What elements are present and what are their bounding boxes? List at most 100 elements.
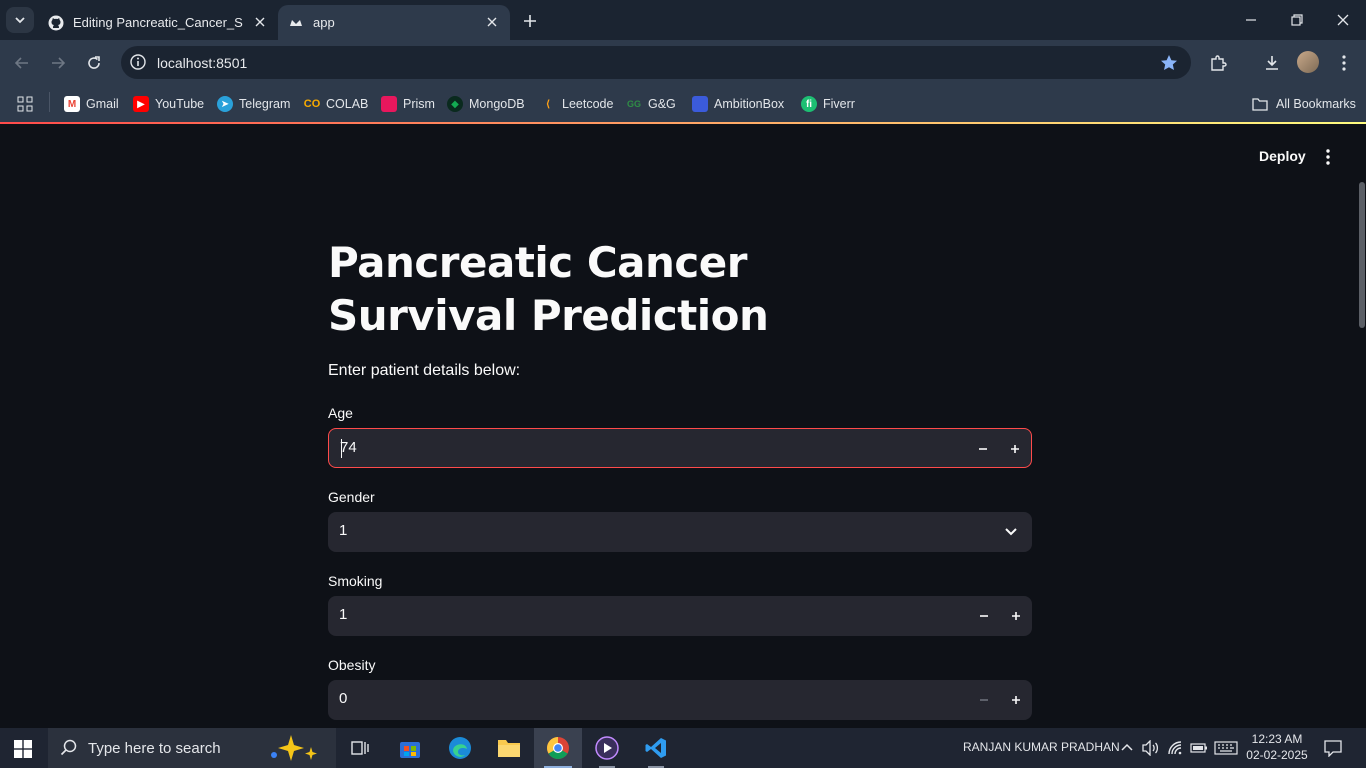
restore-button[interactable] — [1274, 0, 1320, 40]
star-icon[interactable] — [1159, 53, 1179, 73]
plus-icon — [524, 15, 536, 27]
fiverr-icon: fi — [801, 96, 817, 112]
file-explorer-app[interactable] — [485, 728, 533, 768]
task-view-button[interactable] — [336, 728, 384, 768]
page-title: Pancreatic Cancer Survival Prediction — [328, 238, 769, 340]
ambitionbox-icon — [692, 96, 708, 112]
microsoft-store-app[interactable] — [386, 728, 434, 768]
bookmark-label: Leetcode — [562, 97, 614, 111]
downloads-button[interactable] — [1259, 50, 1285, 76]
site-info-icon[interactable] — [129, 53, 147, 71]
smoking-input[interactable]: 1 — [328, 596, 1032, 636]
more-vertical-icon — [1342, 55, 1346, 71]
vscode-app[interactable] — [632, 728, 680, 768]
bookmark-label: AmbitionBox — [714, 97, 785, 111]
back-button[interactable] — [9, 50, 35, 76]
plus-icon — [1012, 696, 1020, 704]
github-icon — [48, 15, 64, 30]
close-icon[interactable] — [252, 14, 268, 30]
notifications-icon[interactable] — [1324, 739, 1342, 757]
task-view-icon — [351, 741, 369, 755]
browser-tab-app[interactable]: app — [278, 5, 510, 40]
obesity-decrement-button[interactable] — [972, 688, 996, 712]
media-player-app[interactable] — [583, 728, 631, 768]
smoking-decrement-button[interactable] — [972, 604, 996, 628]
bookmark-prism[interactable]: Prism — [381, 94, 435, 114]
close-window-button[interactable] — [1320, 0, 1366, 40]
new-tab-button[interactable] — [518, 9, 542, 33]
chrome-icon — [547, 737, 569, 759]
bookmark-label: All Bookmarks — [1276, 97, 1356, 111]
reload-button[interactable] — [81, 50, 107, 76]
forward-button[interactable] — [45, 50, 71, 76]
bookmark-mongodb[interactable]: ◆ MongoDB — [447, 94, 525, 114]
chevron-up-icon[interactable] — [1121, 742, 1133, 754]
battery-icon[interactable] — [1190, 742, 1208, 754]
youtube-icon: ▶ — [133, 96, 149, 112]
main-menu-button[interactable] — [1318, 146, 1338, 168]
reload-icon — [88, 56, 100, 69]
minimize-button[interactable] — [1228, 0, 1274, 40]
bookmark-colab[interactable]: CO COLAB — [304, 94, 369, 114]
bookmark-gfg[interactable]: GG G&G — [626, 94, 676, 114]
bookmark-ambitionbox[interactable]: AmbitionBox — [692, 94, 784, 114]
gender-select[interactable]: 1 — [328, 512, 1032, 552]
instructions-text: Enter patient details below: — [328, 362, 521, 379]
minus-icon — [979, 448, 987, 450]
obesity-value: 0 — [339, 690, 348, 707]
all-bookmarks-button[interactable]: All Bookmarks — [1252, 94, 1356, 114]
deploy-button[interactable]: Deploy — [1248, 146, 1317, 168]
clock-time: 12:23 AM — [1251, 732, 1303, 746]
windows-start-icon[interactable] — [14, 740, 32, 758]
obesity-increment-button[interactable] — [1004, 688, 1028, 712]
edge-app[interactable] — [436, 728, 484, 768]
url-text: localhost:8501 — [157, 55, 248, 71]
tab-title: app — [313, 15, 335, 30]
age-increment-button[interactable] — [1003, 437, 1027, 461]
wifi-icon[interactable] — [1167, 740, 1183, 756]
age-label: Age — [328, 405, 353, 421]
chrome-app[interactable] — [534, 728, 582, 768]
arrow-right-icon — [52, 57, 66, 69]
taskbar-search[interactable]: Type here to search — [48, 728, 336, 768]
age-decrement-button[interactable] — [971, 437, 995, 461]
vscode-icon — [645, 738, 666, 758]
minus-icon — [980, 699, 988, 701]
speaker-icon[interactable] — [1142, 740, 1160, 756]
page-scrollbar[interactable] — [1359, 182, 1365, 328]
search-placeholder: Type here to search — [88, 740, 221, 757]
gmail-icon: M — [64, 96, 80, 112]
browser-tab-strip: Editing Pancreatic_Cancer_Survi app — [0, 0, 1366, 40]
obesity-label: Obesity — [328, 657, 376, 673]
telegram-icon: ➤ — [217, 96, 233, 112]
browser-menu-button[interactable] — [1331, 50, 1357, 76]
minimize-icon — [1246, 19, 1256, 21]
profile-avatar[interactable] — [1297, 51, 1319, 73]
smoking-label: Smoking — [328, 573, 383, 589]
sparkle-icon — [271, 735, 317, 761]
bookmark-gmail[interactable]: M Gmail — [64, 94, 119, 114]
address-bar[interactable]: localhost:8501 — [121, 46, 1191, 79]
bookmark-leetcode[interactable]: ⟨ Leetcode — [540, 94, 614, 114]
extensions-button[interactable] — [1205, 50, 1231, 76]
tab-search-button[interactable] — [6, 7, 34, 33]
chevron-down-icon — [15, 17, 25, 24]
keyboard-icon[interactable] — [1214, 741, 1238, 755]
smoking-increment-button[interactable] — [1004, 604, 1028, 628]
age-input[interactable]: 74 — [328, 428, 1032, 468]
taskbar-clock[interactable]: 12:23 AM 02-02-2025 — [1240, 731, 1314, 763]
bookmarks-divider — [49, 92, 50, 112]
search-icon — [60, 739, 77, 756]
apps-button[interactable] — [17, 94, 33, 114]
close-icon[interactable] — [484, 14, 500, 30]
bookmark-label: Fiverr — [823, 97, 855, 111]
obesity-input[interactable]: 0 — [328, 680, 1032, 720]
bookmark-youtube[interactable]: ▶ YouTube — [133, 94, 204, 114]
header-decoration — [0, 122, 1366, 124]
close-icon — [1337, 14, 1349, 26]
download-icon — [1266, 56, 1278, 70]
bookmark-telegram[interactable]: ➤ Telegram — [217, 94, 290, 114]
bookmark-fiverr[interactable]: fi Fiverr — [801, 94, 855, 114]
browser-tab-github[interactable]: Editing Pancreatic_Cancer_Survi — [38, 5, 278, 40]
bookmark-label: Gmail — [86, 97, 119, 111]
